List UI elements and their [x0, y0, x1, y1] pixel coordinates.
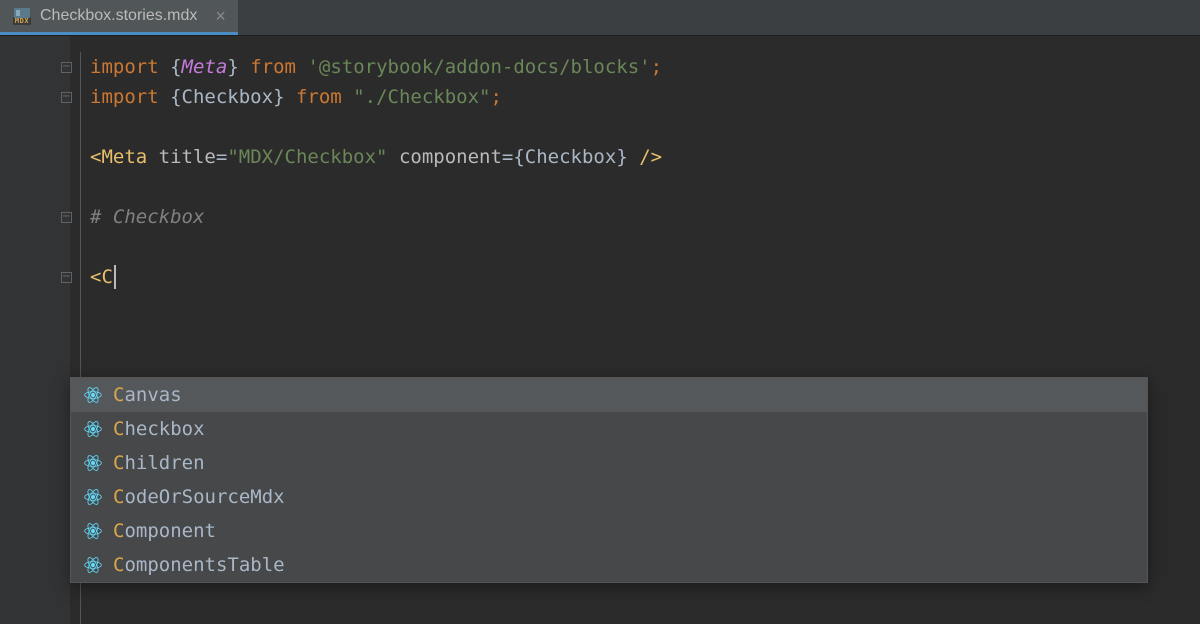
autocomplete-item[interactable]: CodeOrSourceMdx [71, 480, 1147, 514]
autocomplete-popup: Canvas Checkbox Children CodeOrSourceMdx… [70, 377, 1148, 583]
code-content[interactable]: import {Meta} from '@storybook/addon-doc… [0, 36, 1200, 292]
code-line: <Meta title="MDX/Checkbox" component={Ch… [70, 142, 1200, 172]
mdx-file-icon: MDX [12, 8, 32, 25]
autocomplete-item[interactable]: ComponentsTable [71, 548, 1147, 582]
editor-tab[interactable]: MDX Checkbox.stories.mdx × [0, 0, 238, 35]
code-line [70, 172, 1200, 202]
text-cursor [114, 265, 116, 289]
autocomplete-item[interactable]: Component [71, 514, 1147, 548]
code-line [70, 232, 1200, 262]
autocomplete-item[interactable]: Children [71, 446, 1147, 480]
code-line: # Checkbox [70, 202, 1200, 232]
editor-area[interactable]: import {Meta} from '@storybook/addon-doc… [0, 36, 1200, 624]
code-line: import {Meta} from '@storybook/addon-doc… [70, 52, 1200, 82]
autocomplete-item[interactable]: Checkbox [71, 412, 1147, 446]
tab-filename: Checkbox.stories.mdx [40, 7, 197, 25]
autocomplete-item[interactable]: Canvas [71, 378, 1147, 412]
code-line: import {Checkbox} from "./Checkbox"; [70, 82, 1200, 112]
code-line [70, 112, 1200, 142]
code-line: <C [70, 262, 1200, 292]
close-icon[interactable]: × [215, 6, 226, 27]
tab-bar: MDX Checkbox.stories.mdx × [0, 0, 1200, 36]
